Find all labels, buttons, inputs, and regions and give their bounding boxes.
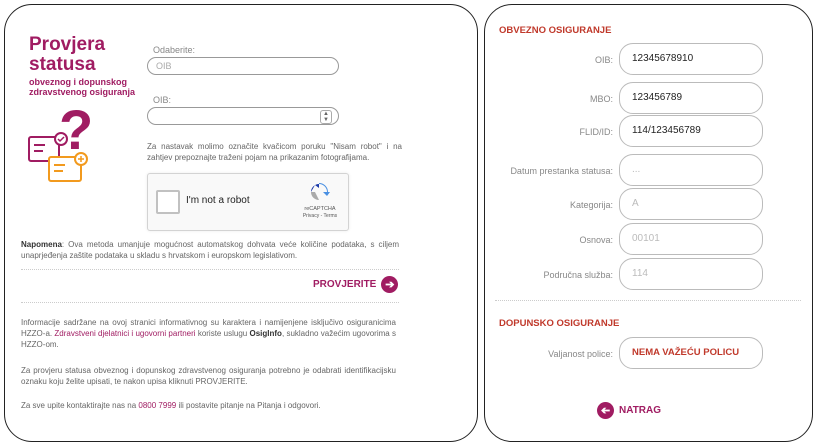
osiginfo-label: OsigInfo <box>249 329 282 338</box>
back-button[interactable]: ➔ NATRAG <box>597 402 661 419</box>
recaptcha-brand: reCAPTCHA <box>304 206 336 212</box>
field-label-end-date: Datum prestanka statusa: <box>510 166 613 176</box>
field-value-mbo: 123456789 <box>619 82 763 114</box>
check-button-label: PROVJERITE <box>313 279 377 290</box>
info-paragraph-2: Za provjeru statusa obveznog i dopunskog… <box>21 366 396 386</box>
arrow-left-icon: ➔ <box>597 402 614 419</box>
field-value-office: 114 <box>619 258 763 290</box>
note-label: Napomena <box>21 240 62 249</box>
divider <box>495 300 801 301</box>
page-title: Provjera statusa <box>29 34 106 75</box>
info3-text-2: ili postavite pitanje na Pitanja i odgov… <box>176 401 321 410</box>
info-paragraph-3: Za sve upite kontaktirajte nas na 0800 7… <box>21 400 401 411</box>
back-button-label: NATRAG <box>619 405 662 416</box>
divider <box>21 269 399 270</box>
insurance-card-question-icon: ? <box>28 99 93 182</box>
select-label: Odaberite: <box>153 45 196 55</box>
check-button[interactable]: PROVJERITE ➔ <box>313 276 399 293</box>
recaptcha-widget: I'm not a robot reCAPTCHA Privacy - Term… <box>147 173 349 231</box>
field-label-oib: OIB: <box>594 55 613 65</box>
mandatory-insurance-heading: OBVEZNO OSIGURANJE <box>499 25 612 36</box>
oib-label: OIB: <box>153 95 172 105</box>
arrow-right-icon: ➔ <box>381 276 399 293</box>
recaptcha-logo-icon <box>311 183 330 200</box>
oib-input[interactable]: ▲ ▼ <box>147 107 339 125</box>
info-paragraph-1: Informacije sadržane na ovoj stranici in… <box>21 317 396 350</box>
phone-link[interactable]: 0800 7999 <box>138 401 176 410</box>
info3-text: Za sve upite kontaktirajte nas na <box>21 401 139 410</box>
recaptcha-label: I'm not a robot <box>186 195 250 206</box>
field-label-basis: Osnova: <box>579 235 613 245</box>
note-body: : Ova metoda umanjuje mogućnost automats… <box>21 240 399 260</box>
note-text: Napomena: Ova metoda umanjuje mogućnost … <box>21 239 399 261</box>
divider <box>21 302 399 303</box>
health-workers-link[interactable]: Zdravstveni djelatnici i ugovorni partne… <box>54 329 195 338</box>
id-type-select[interactable]: OIB <box>147 57 339 75</box>
info1-text-2: koriste uslugu <box>195 329 250 338</box>
field-value-basis: 00101 <box>619 223 763 255</box>
check-status-panel: Provjera statusa obveznog i dopunskog zd… <box>4 4 478 442</box>
recaptcha-checkbox[interactable] <box>156 190 180 214</box>
field-value-category: A <box>619 188 763 220</box>
id-type-value: OIB <box>156 61 172 71</box>
field-label-office: Područna služba: <box>543 270 613 280</box>
field-value-flid: 114/123456789 <box>619 115 763 147</box>
field-label-category: Kategorija: <box>569 200 613 210</box>
captcha-instructions: Za nastavak molimo označite kvačicom por… <box>147 142 402 162</box>
svg-text:?: ? <box>59 99 93 161</box>
policy-validity-label: Valjanost police: <box>548 349 613 359</box>
field-value-end-date: ... <box>619 154 763 186</box>
spinner-icon[interactable]: ▲ ▼ <box>320 110 332 124</box>
recaptcha-links[interactable]: Privacy - Terms <box>296 213 344 219</box>
supplementary-insurance-heading: DOPUNSKO OSIGURANJE <box>499 318 620 329</box>
field-label-mbo: MBO: <box>589 94 613 104</box>
status-result-panel: OBVEZNO OSIGURANJE OIB: 12345678910 MBO:… <box>484 4 813 442</box>
field-value-oib: 12345678910 <box>619 43 763 75</box>
page-subtitle: obveznog i dopunskog zdravstvenog osigur… <box>29 77 136 97</box>
policy-validity-value: NEMA VAŽEĆU POLICU <box>619 337 763 369</box>
field-label-flid: FLID/ID: <box>579 127 613 137</box>
